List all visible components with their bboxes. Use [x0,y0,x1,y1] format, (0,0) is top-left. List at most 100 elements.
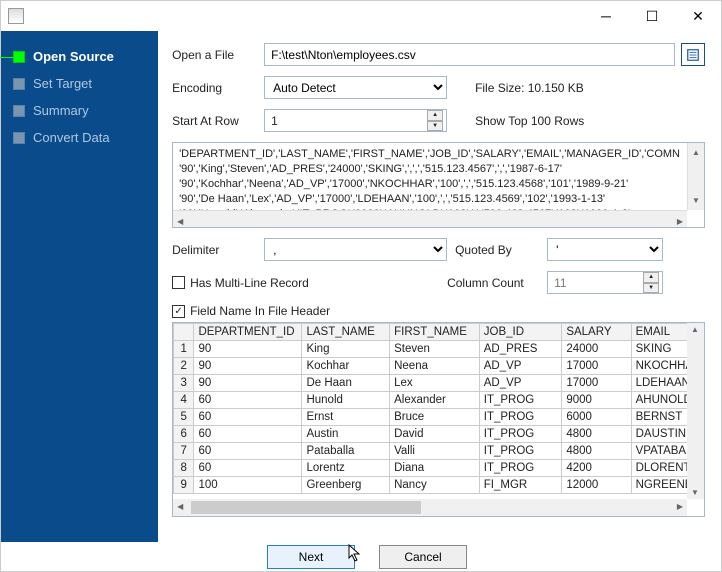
table-cell: 24000 [562,341,631,358]
step-summary[interactable]: Summary [1,97,158,124]
table-cell: 100 [194,477,302,494]
step-label: Summary [33,103,89,118]
multiline-checkbox[interactable] [172,276,185,289]
table-cell: Neena [390,358,480,375]
table-cell: IT_PROG [479,460,562,477]
encoding-combo[interactable]: Auto Detect [264,76,447,99]
maximize-button[interactable]: ☐ [629,1,675,31]
step-label: Set Target [33,76,92,91]
grid-scrollbar-h[interactable] [173,499,687,516]
multiline-label: Has Multi-Line Record [190,276,309,290]
table-cell: Hunold [302,392,390,409]
preview-line: 'DEPARTMENT_ID','LAST_NAME','FIRST_NAME'… [179,147,698,162]
step-open-source[interactable]: Open Source [1,43,158,70]
table-cell: Steven [390,341,480,358]
preview-scrollbar-h[interactable] [173,210,687,227]
raw-preview: 'DEPARTMENT_ID','LAST_NAME','FIRST_NAME'… [172,142,705,228]
table-cell: IT_PROG [479,426,562,443]
spinner-up-icon[interactable]: ▲ [427,110,443,121]
table-cell: 60 [194,443,302,460]
quoted-combo[interactable]: ' [547,238,663,261]
browse-button[interactable] [681,43,705,66]
step-indicator-icon [13,105,25,117]
table-cell: AD_VP [479,358,562,375]
table-cell: 6000 [562,409,631,426]
table-cell: 90 [194,375,302,392]
table-cell: AD_PRES [479,341,562,358]
start-row-input[interactable]: 1 ▲▼ [264,109,447,132]
table-cell: 60 [194,409,302,426]
minimize-button[interactable]: ─ [583,1,629,31]
table-cell: 90 [194,341,302,358]
next-button[interactable]: Next [267,545,355,569]
table-cell: 4800 [562,443,631,460]
table-cell: Bruce [390,409,480,426]
table-cell: Valli [390,443,480,460]
table-cell: FI_MGR [479,477,562,494]
table-cell: Lorentz [302,460,390,477]
step-convert-data[interactable]: Convert Data [1,124,158,151]
table-row[interactable]: 290KochharNeenaAD_VP17000NKOCHHA [174,358,704,375]
cancel-button[interactable]: Cancel [379,545,467,569]
preview-line: '90','King','Steven','AD_PRES','24000','… [179,162,698,177]
fieldname-label: Field Name In File Header [190,304,330,318]
column-header[interactable]: LAST_NAME [302,324,390,341]
table-row[interactable]: 460HunoldAlexanderIT_PROG9000AHUNOLD [174,392,704,409]
table-row[interactable]: 860LorentzDianaIT_PROG4200DLORENTZ [174,460,704,477]
step-indicator-icon [13,132,25,144]
table-row[interactable]: 560ErnstBruceIT_PROG6000BERNST [174,409,704,426]
table-cell: IT_PROG [479,392,562,409]
column-header[interactable]: JOB_ID [479,324,562,341]
table-cell: Pataballa [302,443,390,460]
column-header[interactable]: DEPARTMENT_ID [194,324,302,341]
table-cell: Greenberg [302,477,390,494]
table-cell: Diana [390,460,480,477]
step-indicator-icon [13,51,25,63]
column-header[interactable]: SALARY [562,324,631,341]
table-cell: AD_VP [479,375,562,392]
grid-scrollbar-v[interactable] [687,323,704,499]
table-row[interactable]: 390De HaanLexAD_VP17000LDEHAAN [174,375,704,392]
table-row[interactable]: 660AustinDavidIT_PROG4800DAUSTIN [174,426,704,443]
step-label: Open Source [33,49,114,64]
delimiter-combo[interactable]: , [264,238,447,261]
fieldname-checkbox[interactable]: ✓ [172,305,185,318]
spinner-down-icon[interactable]: ▼ [643,283,659,294]
table-cell: 9000 [562,392,631,409]
spinner-down-icon[interactable]: ▼ [427,121,443,132]
table-row[interactable]: 9100GreenbergNancyFI_MGR12000NGREENB [174,477,704,494]
table-cell: Ernst [302,409,390,426]
table-cell: IT_PROG [479,409,562,426]
table-cell: IT_PROG [479,443,562,460]
file-size-text: File Size: 10.150 KB [475,81,584,95]
file-path-input[interactable] [264,43,675,66]
start-row-label: Start At Row [172,114,264,128]
table-cell: 60 [194,426,302,443]
encoding-label: Encoding [172,81,264,95]
table-row[interactable]: 190KingStevenAD_PRES24000SKING [174,341,704,358]
table-cell: David [390,426,480,443]
table-cell: 90 [194,358,302,375]
open-file-label: Open a File [172,48,264,62]
spinner-up-icon[interactable]: ▲ [643,272,659,283]
table-cell: 12000 [562,477,631,494]
table-cell: King [302,341,390,358]
preview-scrollbar-v[interactable] [687,143,704,210]
preview-line: '90','De Haan','Lex','AD_VP','17000','LD… [179,192,698,207]
app-icon [8,8,24,24]
table-row[interactable]: 760PataballaValliIT_PROG4800VPATABAL [174,443,704,460]
data-grid[interactable]: DEPARTMENT_IDLAST_NAMEFIRST_NAMEJOB_IDSA… [172,322,705,517]
close-button[interactable]: ✕ [675,1,721,31]
preview-line: '90','Kochhar','Neena','AD_VP','17000','… [179,177,698,192]
column-header[interactable]: FIRST_NAME [390,324,480,341]
table-cell: Lex [390,375,480,392]
table-cell: De Haan [302,375,390,392]
table-cell: 17000 [562,358,631,375]
column-count-label: Column Count [447,276,547,290]
table-cell: 4800 [562,426,631,443]
table-cell: 17000 [562,375,631,392]
quoted-label: Quoted By [455,243,547,257]
column-count-input[interactable]: 11 ▲▼ [547,271,663,294]
step-indicator-icon [13,78,25,90]
step-set-target[interactable]: Set Target [1,70,158,97]
